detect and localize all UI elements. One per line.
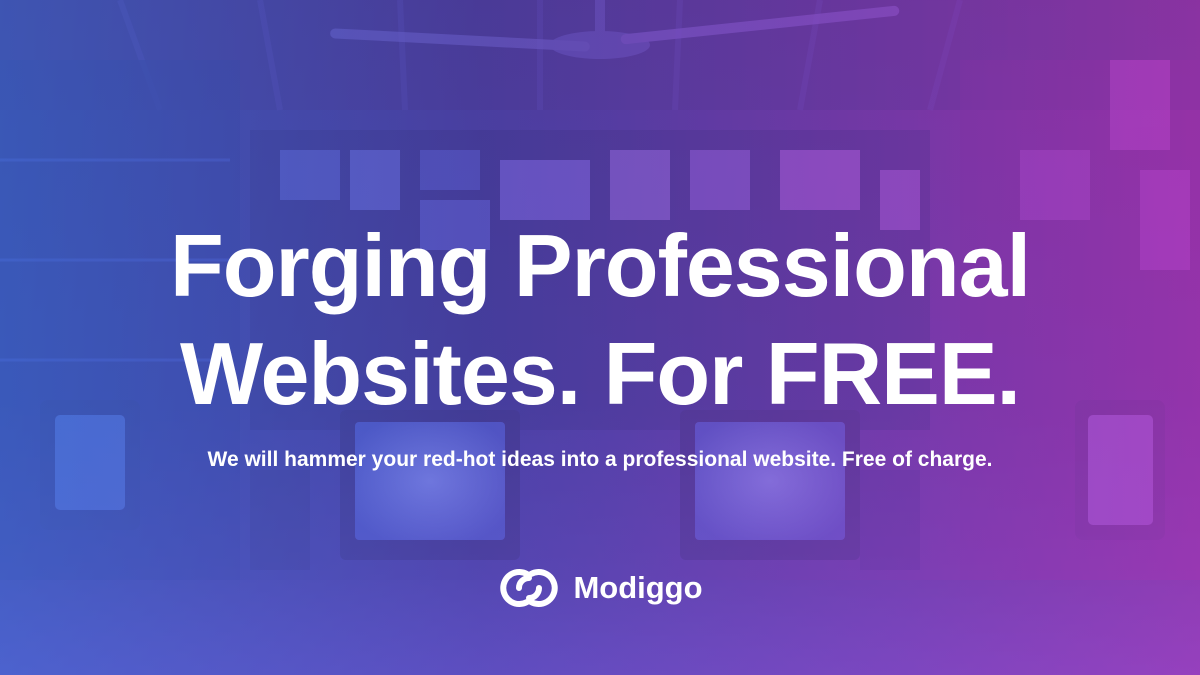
hero-subheadline: We will hammer your red-hot ideas into a… — [207, 448, 993, 471]
hero-banner: Forging Professional Websites. For FREE.… — [0, 0, 1200, 675]
brand-lockup: Modiggo — [0, 566, 1200, 610]
interlocking-rings-logo-icon — [500, 569, 559, 607]
hero-headline: Forging Professional Websites. For FREE. — [0, 212, 1200, 428]
brand-name: Modiggo — [573, 570, 703, 605]
headline-line-2: Websites. For FREE. — [180, 324, 1021, 423]
headline-line-1: Forging Professional — [169, 216, 1031, 315]
